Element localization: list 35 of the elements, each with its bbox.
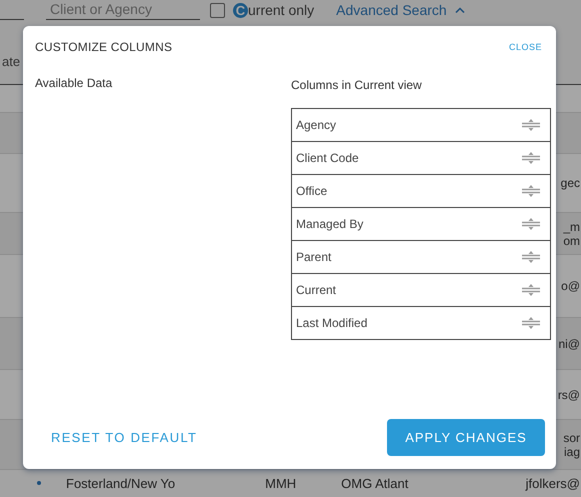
drag-handle-icon[interactable] xyxy=(522,283,540,297)
dialog-title: CUSTOMIZE COLUMNS xyxy=(35,40,172,54)
table-cell: OMG Atlant xyxy=(341,476,408,490)
table-cell: o@ xyxy=(561,279,580,293)
column-item[interactable]: Office xyxy=(292,175,550,208)
table-cell: om xyxy=(563,234,580,248)
column-item[interactable]: Current xyxy=(292,274,550,307)
checkbox[interactable] xyxy=(210,2,225,18)
column-item[interactable]: Last Modified xyxy=(292,307,550,339)
table-cell: rs@ xyxy=(558,388,580,402)
table-cell: ni@ xyxy=(558,336,580,350)
column-item[interactable]: Managed By xyxy=(292,208,550,241)
drag-handle-icon[interactable] xyxy=(522,184,540,198)
logo-icon: C xyxy=(233,2,248,18)
column-item[interactable]: Client Code xyxy=(292,142,550,175)
drag-handle-icon[interactable] xyxy=(522,250,540,264)
column-item[interactable]: Agency xyxy=(292,109,550,142)
table-cell: gec xyxy=(560,176,580,190)
search-field[interactable]: Client or Agency xyxy=(46,0,200,20)
table-cell: jfolkers@ xyxy=(526,476,581,490)
column-item[interactable]: Parent xyxy=(292,241,550,274)
drag-handle-icon[interactable] xyxy=(522,316,540,330)
table-cell: iag xyxy=(564,444,580,458)
table-cell: Fosterland/New Yo xyxy=(66,476,176,490)
current-view-label: Columns in Current view xyxy=(291,78,422,92)
drag-handle-icon[interactable] xyxy=(522,118,540,132)
table-cell: sor xyxy=(563,430,580,444)
drag-handle-icon[interactable] xyxy=(522,217,540,231)
drag-handle-icon[interactable] xyxy=(522,151,540,165)
column-header: ate xyxy=(2,54,20,69)
table-cell: _m xyxy=(563,220,580,234)
status-dot xyxy=(37,481,41,485)
table-cell: MMH xyxy=(265,476,296,490)
checkbox-label: urrent only xyxy=(248,2,314,18)
available-data-label: Available Data xyxy=(35,76,114,92)
